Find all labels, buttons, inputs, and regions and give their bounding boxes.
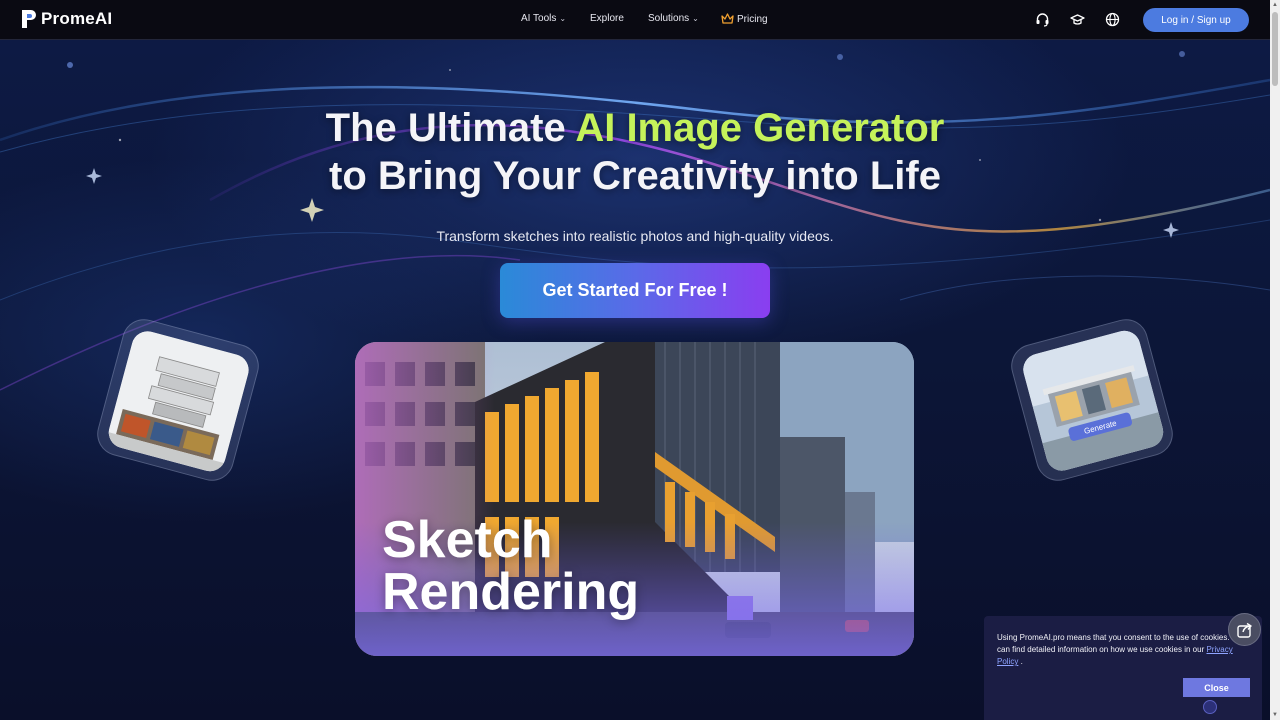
- hero-headline: The Ultimate AI Image Generator to Bring…: [0, 104, 1270, 200]
- globe-icon[interactable]: [1105, 12, 1120, 27]
- nav-pricing-label: Pricing: [737, 13, 768, 25]
- nav-explore-label: Explore: [590, 13, 624, 24]
- headline-line2: to Bring Your Creativity into Life: [329, 154, 941, 198]
- crown-icon: [721, 13, 734, 24]
- get-started-button[interactable]: Get Started For Free !: [500, 263, 770, 318]
- share-button[interactable]: [1228, 613, 1261, 646]
- scroll-up-arrow-icon[interactable]: ▲: [1270, 0, 1280, 10]
- nav-icon-group: [1035, 12, 1120, 27]
- nav-ai-tools-label: AI Tools: [521, 13, 557, 24]
- card-title-line2: Rendering: [382, 563, 640, 621]
- card-title-line1: Sketch: [382, 511, 553, 569]
- logo-mark-icon: [22, 10, 36, 28]
- share-icon: [1236, 622, 1252, 638]
- headset-icon[interactable]: [1035, 12, 1050, 27]
- card-title: Sketch Rendering: [382, 514, 639, 618]
- scroll-down-arrow-icon[interactable]: ▼: [1270, 710, 1280, 720]
- cookie-close-button[interactable]: Close: [1183, 678, 1250, 697]
- hero-subtitle: Transform sketches into realistic photos…: [436, 228, 834, 244]
- main-showcase-card[interactable]: Sketch Rendering: [355, 342, 914, 656]
- scrollbar-thumb[interactable]: [1272, 12, 1278, 86]
- side-card-left-image: [105, 327, 253, 475]
- top-navbar: PromeAI AI Tools ⌄ Explore Solutions ⌄ P…: [0, 0, 1270, 40]
- nav-pricing[interactable]: Pricing: [721, 13, 768, 25]
- nav-explore[interactable]: Explore: [590, 13, 624, 24]
- chevron-down-icon: ⌄: [692, 14, 699, 23]
- nav-solutions-label: Solutions: [648, 13, 690, 24]
- logo-text: PromeAI: [41, 9, 113, 28]
- nav-ai-tools[interactable]: AI Tools ⌄: [521, 13, 566, 24]
- headline-prefix: The Ultimate: [325, 106, 576, 150]
- logo[interactable]: PromeAI: [20, 8, 112, 30]
- floating-help-icon[interactable]: [1203, 700, 1217, 714]
- cookie-text-end: .: [1018, 657, 1023, 666]
- login-signup-button[interactable]: Log in / Sign up: [1143, 8, 1249, 32]
- graduation-cap-icon[interactable]: [1070, 12, 1085, 27]
- nav-solutions[interactable]: Solutions ⌄: [648, 13, 699, 24]
- side-card-right-image: Generate: [1019, 327, 1167, 475]
- page-scrollbar[interactable]: ▲ ▼: [1270, 0, 1280, 720]
- chevron-down-icon: ⌄: [559, 14, 567, 23]
- headline-accent: AI Image Generator: [575, 106, 945, 150]
- cookie-banner: Using PromeAI.pro means that you consent…: [984, 616, 1262, 720]
